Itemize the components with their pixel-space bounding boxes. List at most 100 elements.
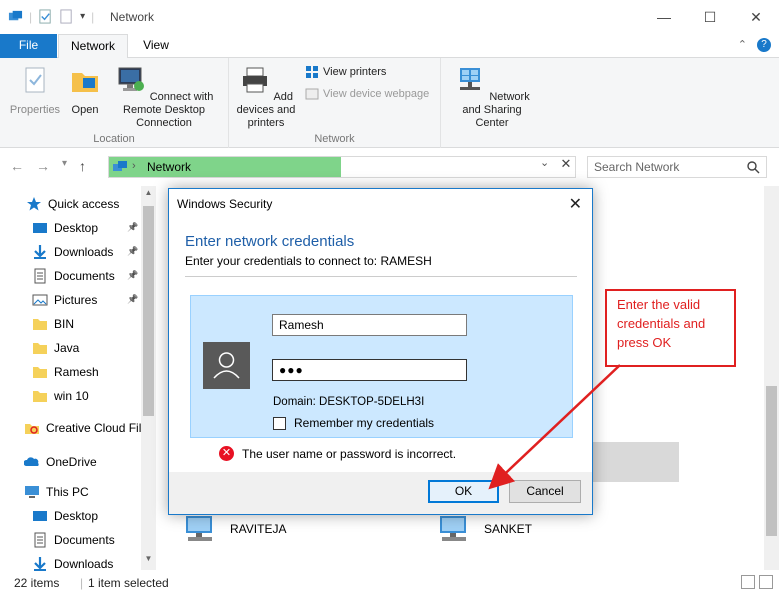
sidebar-item-java[interactable]: Java — [32, 338, 79, 358]
sidebar-item-documents[interactable]: Documents — [32, 530, 115, 550]
sidebar-item-label: Desktop — [54, 221, 99, 235]
sidebar-item-onedrive[interactable]: OneDrive — [23, 452, 97, 472]
forward-arrow-icon[interactable]: → — [36, 158, 50, 174]
tab-file[interactable]: File — [0, 34, 57, 58]
error-icon: ✕ — [219, 446, 234, 461]
navigation-pane: Quick access Desktop 📌 Downloads 📌 Documents 📌… — [0, 186, 156, 571]
sidebar-item-bin[interactable]: BIN — [32, 314, 74, 334]
sidebar-item-documents[interactable]: Documents — [32, 266, 115, 286]
sidebar-item-this-pc[interactable]: This PC — [24, 482, 89, 502]
properties-button[interactable]: Properties — [6, 64, 64, 117]
open-folder-icon — [72, 73, 98, 92]
properties-qat-icon[interactable] — [38, 9, 53, 24]
sidebar-item-desktop[interactable]: Desktop — [32, 218, 98, 238]
view-device-webpage-button[interactable]: View device webpage — [305, 87, 429, 101]
breadcrumb-chevron-icon[interactable]: › — [132, 160, 136, 172]
maximize-button[interactable]: ☐ — [687, 0, 733, 34]
title-bar: | ▾ | Network — ☐ ✕ — [0, 0, 779, 34]
address-bar[interactable]: › Network — [108, 156, 576, 178]
ok-button[interactable]: OK — [428, 480, 499, 503]
help-icon[interactable]: ? — [757, 38, 771, 52]
sidebar-item-label: BIN — [54, 317, 75, 331]
new-folder-qat-icon[interactable] — [59, 9, 74, 24]
network-sharing-center-button[interactable]: Network and Sharing Center — [451, 64, 533, 130]
list-item[interactable]: SANKET — [436, 514, 532, 544]
window-title: Network — [110, 10, 155, 24]
nav-pane-scrollbar[interactable]: ▲ ▼ — [141, 186, 156, 570]
sidebar-item-desktop[interactable]: Desktop — [32, 506, 98, 526]
remote-desktop-button[interactable]: Connect with Remote Desktop Connection — [106, 64, 222, 130]
details-view-icon[interactable] — [741, 575, 755, 589]
item-count: 22 items — [14, 576, 60, 590]
cancel-button[interactable]: Cancel — [509, 480, 581, 503]
status-bar: 22 items | 1 item selected — [0, 572, 779, 592]
username-field[interactable]: Ramesh — [272, 314, 467, 336]
remote-desktop-icon — [118, 67, 144, 91]
back-arrow-icon[interactable]: ← — [10, 158, 24, 174]
sidebar-item-label: Java — [54, 341, 80, 355]
ribbon-group-network: Add devices and printers View printers V… — [229, 58, 441, 148]
selected-item-highlight[interactable] — [585, 442, 679, 482]
dialog-heading: Enter network credentials — [185, 233, 355, 250]
remember-credentials[interactable]: Remember my credentials — [273, 416, 434, 430]
sidebar-item-pictures[interactable]: Pictures — [32, 290, 97, 310]
sidebar-item-creative-cloud-fil[interactable]: Creative Cloud Fil — [24, 418, 141, 438]
sidebar-item-quick-access[interactable]: Quick access — [26, 194, 119, 214]
sidebar-item-label: Creative Cloud Fil — [46, 421, 142, 435]
this-pc-icon — [24, 484, 40, 500]
search-input[interactable]: Search Network — [587, 156, 767, 178]
ribbon-group-location: Properties Open Connect with Remote Desk… — [0, 58, 229, 148]
password-field[interactable]: ●●● — [272, 359, 467, 381]
sidebar-item-label: This PC — [46, 485, 89, 499]
tab-view[interactable]: View — [131, 34, 181, 58]
tab-network[interactable]: Network — [58, 34, 128, 59]
ribbon-collapse-icon[interactable]: ⌃ — [738, 38, 747, 52]
sidebar-item-win-10[interactable]: win 10 — [32, 386, 89, 406]
content-scrollbar[interactable] — [764, 186, 779, 570]
creative-cloud-icon — [24, 420, 40, 436]
dialog-title: Windows Security — [177, 197, 273, 211]
desktop-icon — [32, 508, 48, 524]
folder-icon — [32, 316, 48, 332]
download-icon — [32, 556, 48, 572]
scroll-down-icon[interactable]: ▼ — [141, 554, 156, 568]
user-icon — [213, 352, 240, 379]
selection-count: 1 item selected — [88, 576, 169, 590]
close-window-button[interactable]: ✕ — [733, 0, 779, 34]
documents-icon — [32, 532, 48, 548]
ribbon-group-network-label: Network — [314, 133, 355, 145]
sidebar-item-downloads[interactable]: Downloads — [32, 554, 113, 574]
recent-locations-icon[interactable]: ▾ — [62, 158, 67, 174]
network-window-icon — [8, 10, 23, 21]
search-icon[interactable] — [746, 160, 760, 174]
address-close-icon[interactable]: ✕ — [558, 156, 574, 176]
qat-dropdown-icon[interactable]: ▾ — [80, 11, 85, 22]
sidebar-item-label: Documents — [54, 269, 115, 283]
dialog-close-icon[interactable]: ✕ — [569, 194, 582, 214]
breadcrumb[interactable]: Network — [147, 160, 191, 174]
open-button[interactable]: Open — [64, 64, 106, 117]
large-icons-view-icon[interactable] — [759, 575, 773, 589]
network-location-icon — [113, 161, 127, 171]
scroll-up-icon[interactable]: ▲ — [141, 188, 156, 202]
list-item[interactable]: RAVITEJA — [182, 514, 286, 544]
sidebar-item-label: win 10 — [54, 389, 89, 403]
address-dropdown-icon[interactable]: ⌄ — [540, 156, 549, 169]
desktop-icon — [32, 220, 48, 236]
sidebar-item-ramesh[interactable]: Ramesh — [32, 362, 99, 382]
up-arrow-icon[interactable]: ↑ — [79, 158, 86, 174]
add-devices-button[interactable]: Add devices and printers — [233, 64, 299, 130]
sidebar-item-label: Documents — [54, 533, 115, 547]
remember-checkbox[interactable] — [273, 416, 286, 430]
minimize-button[interactable]: — — [641, 0, 687, 34]
view-printers-button[interactable]: View printers — [305, 65, 386, 79]
download-icon — [32, 244, 48, 260]
error-message: ✕ The user name or password is incorrect… — [219, 446, 456, 461]
sidebar-item-label: Downloads — [54, 245, 114, 259]
domain-label: Domain: DESKTOP-5DELH3I — [273, 396, 425, 408]
navigation-bar: ← → ▾ ↑ › Network Search Network — [0, 152, 779, 182]
onedrive-icon — [23, 454, 40, 470]
view-printers-icon — [306, 66, 318, 78]
properties-icon — [25, 67, 45, 93]
sidebar-item-downloads[interactable]: Downloads — [32, 242, 113, 262]
